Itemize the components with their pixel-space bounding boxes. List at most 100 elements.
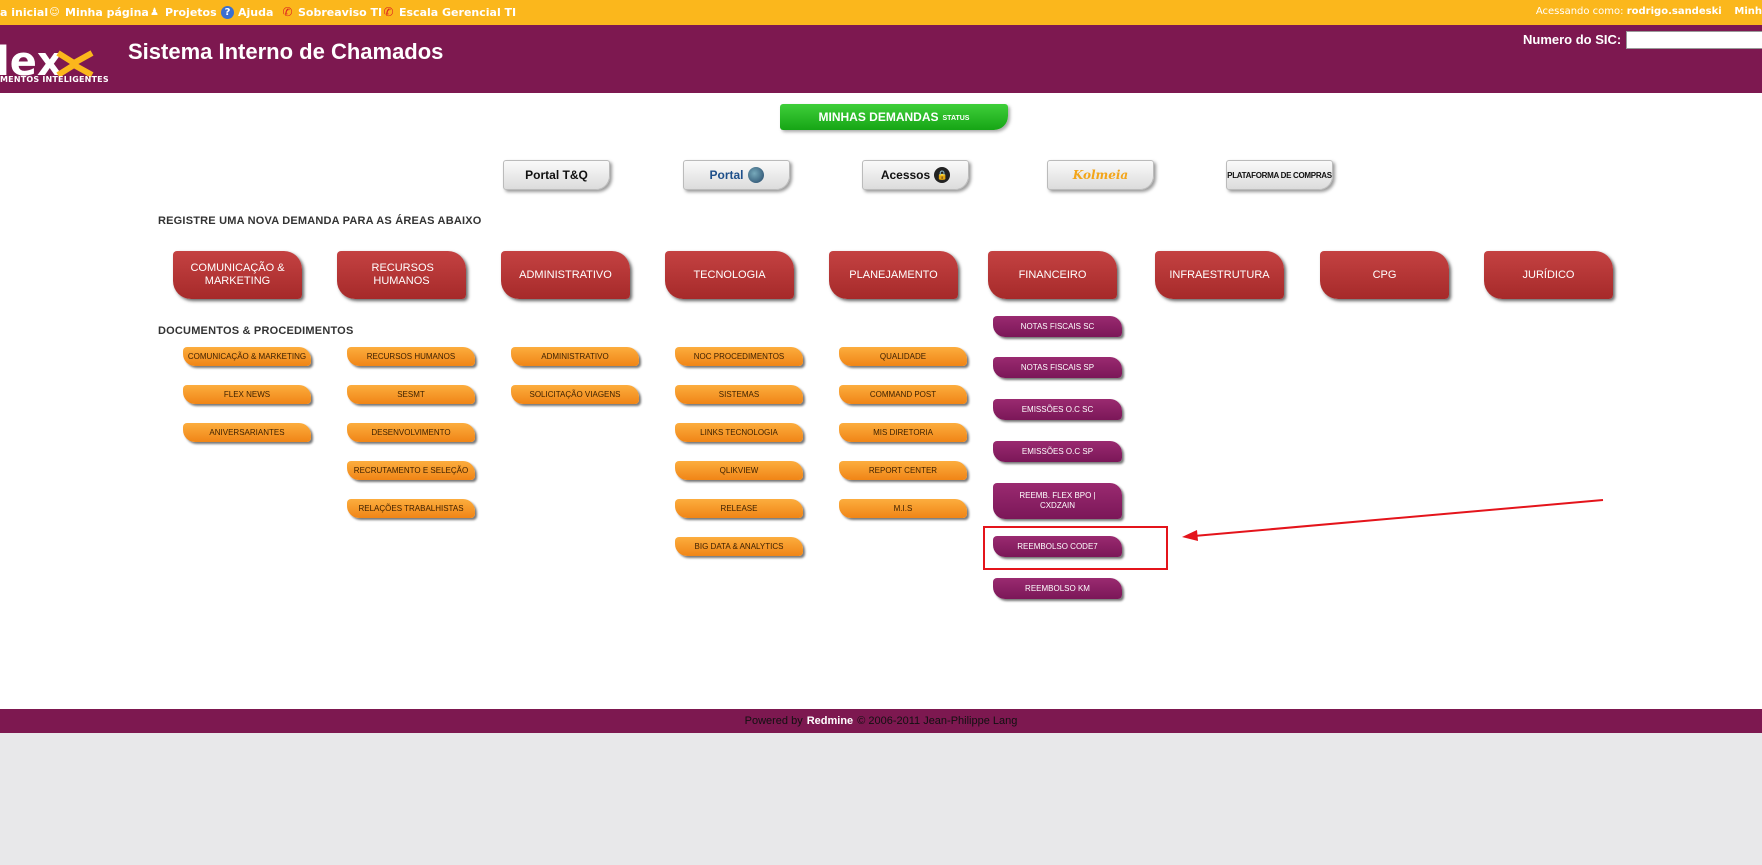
- doc-qlikview[interactable]: QLIKVIEW: [675, 461, 803, 480]
- doc-label: NOC PROCEDIMENTOS: [693, 352, 785, 361]
- kolmeia-button[interactable]: Kolmeia: [1047, 160, 1154, 190]
- portal-button[interactable]: Portal: [683, 160, 790, 190]
- area-recursos-humanos[interactable]: RECURSOS HUMANOS: [337, 251, 466, 299]
- my-demands-sublabel: STATUS: [942, 115, 970, 122]
- doc-command-post[interactable]: COMMAND POST: [839, 385, 967, 404]
- doc-mis[interactable]: M.I.S: [839, 499, 967, 518]
- doc-label: EMISSÕES O.C SC: [1021, 404, 1094, 414]
- annotation-arrow: [1182, 499, 1604, 541]
- kolmeia-label: Kolmeia: [1072, 168, 1129, 182]
- phone-icon: ✆: [282, 5, 293, 19]
- doc-label: REEMBOLSO KM: [1025, 583, 1090, 593]
- portal-tq-button[interactable]: Portal T&Q: [503, 160, 610, 190]
- doc-label: LINKS TECNOLOGIA: [700, 428, 778, 437]
- login-prefix: Acessando como:: [1535, 6, 1624, 17]
- doc-sistemas[interactable]: SISTEMAS: [675, 385, 803, 404]
- sobreaviso-link-label: Sobreaviso TI: [298, 6, 383, 19]
- doc-recrutamento-selecao[interactable]: RECRUTAMENTO E SELEÇÃO: [347, 461, 475, 480]
- doc-desenvolvimento[interactable]: DESENVOLVIMENTO: [347, 423, 475, 442]
- acessos-button[interactable]: Acessos 🔒: [862, 160, 969, 190]
- help-link-label: Ajuda: [238, 6, 274, 19]
- doc-label: BIG DATA & ANALYTICS: [694, 542, 784, 551]
- doc-label: ADMINISTRATIVO: [541, 352, 609, 361]
- area-planejamento[interactable]: PLANEJAMENTO: [829, 251, 958, 299]
- my-account-link[interactable]: Minh: [1734, 6, 1762, 17]
- doc-label: QUALIDADE: [879, 352, 927, 361]
- doc-label: COMMAND POST: [869, 390, 937, 399]
- area-financeiro[interactable]: FINANCEIRO: [988, 251, 1117, 299]
- portal-label: Portal: [709, 168, 744, 182]
- help-link[interactable]: ? Ajuda: [221, 5, 273, 20]
- doc-relacoes-trabalhistas[interactable]: RELAÇÕES TRABALHISTAS: [347, 499, 475, 518]
- doc-release[interactable]: RELEASE: [675, 499, 803, 518]
- doc-emissoes-oc-sc[interactable]: EMISSÕES O.C SC: [993, 399, 1122, 420]
- doc-aniversariantes[interactable]: ANIVERSARIANTES: [183, 423, 311, 442]
- lock-icon: 🔒: [934, 167, 951, 183]
- area-infraestrutura[interactable]: INFRAESTRUTURA: [1155, 251, 1284, 299]
- highlight-box: [983, 526, 1168, 570]
- area-label: INFRAESTRUTURA: [1169, 268, 1270, 281]
- doc-label: RELEASE: [720, 504, 758, 513]
- my-page-link-label: Minha página: [65, 6, 149, 19]
- portal-tq-label: Portal T&Q: [525, 168, 588, 182]
- header: lex MENTOS INTELIGENTES Sistema Interno …: [0, 25, 1762, 93]
- login-status: Acessando como: rodrigo.sandeski Minh: [1536, 6, 1762, 17]
- doc-label: REPORT CENTER: [868, 466, 938, 475]
- doc-label: M.I.S: [893, 504, 913, 513]
- doc-label: COMUNICAÇÃO & MARKETING: [187, 352, 307, 361]
- doc-emissoes-oc-sp[interactable]: EMISSÕES O.C SP: [993, 441, 1122, 462]
- doc-notas-fiscais-sc[interactable]: NOTAS FISCAIS SC: [993, 316, 1122, 337]
- logo-subtitle: MENTOS INTELIGENTES: [0, 75, 109, 84]
- area-administrativo[interactable]: ADMINISTRATIVO: [501, 251, 630, 299]
- area-tecnologia[interactable]: TECNOLOGIA: [665, 251, 794, 299]
- doc-solicitacao-viagens[interactable]: SOLICITAÇÃO VIAGENS: [511, 385, 639, 404]
- area-label: TECNOLOGIA: [693, 268, 766, 281]
- doc-label: RECRUTAMENTO E SELEÇÃO: [353, 466, 469, 475]
- area-comunicacao-marketing[interactable]: COMUNICAÇÃO & MARKETING: [173, 251, 302, 299]
- doc-label: SISTEMAS: [718, 390, 760, 399]
- projects-link-label: Projetos: [165, 6, 217, 19]
- phone-icon: ✆: [383, 5, 394, 19]
- doc-links-tecnologia[interactable]: LINKS TECNOLOGIA: [675, 423, 803, 442]
- sic-search-input[interactable]: [1626, 31, 1762, 49]
- doc-label: ANIVERSARIANTES: [209, 428, 285, 437]
- escala-gerencial-link[interactable]: ✆ Escala Gerencial TI: [382, 5, 516, 20]
- doc-label: NOTAS FISCAIS SP: [1020, 362, 1095, 372]
- areas-section-title: REGISTRE UMA NOVA DEMANDA PARA AS ÁREAS …: [158, 215, 482, 227]
- plataforma-compras-button[interactable]: PLATAFORMA DE COMPRAS: [1226, 160, 1333, 190]
- doc-label: NOTAS FISCAIS SC: [1020, 321, 1095, 331]
- login-user-link[interactable]: rodrigo.sandeski: [1627, 6, 1722, 17]
- home-link[interactable]: a inicial: [0, 5, 48, 20]
- doc-reembolso-km[interactable]: REEMBOLSO KM: [993, 578, 1122, 599]
- doc-reemb-flex-bpo[interactable]: REEMB. FLEX BPO | CXDZAIN: [993, 483, 1122, 519]
- redmine-link[interactable]: Redmine: [807, 715, 853, 727]
- acessos-label: Acessos: [880, 168, 931, 182]
- doc-mis-diretoria[interactable]: MIS DIRETORIA: [839, 423, 967, 442]
- my-demands-label: MINHAS DEMANDAS: [818, 110, 939, 124]
- escala-gerencial-link-label: Escala Gerencial TI: [399, 6, 517, 19]
- footer-copyright: © 2006-2011 Jean-Philippe Lang: [857, 715, 1018, 727]
- doc-notas-fiscais-sp[interactable]: NOTAS FISCAIS SP: [993, 357, 1122, 378]
- doc-qualidade[interactable]: QUALIDADE: [839, 347, 967, 366]
- docs-section-title: DOCUMENTOS & PROCEDIMENTOS: [158, 325, 354, 337]
- area-juridico[interactable]: JURÍDICO: [1484, 251, 1613, 299]
- doc-sesmt[interactable]: SESMT: [347, 385, 475, 404]
- area-label: RECURSOS HUMANOS: [371, 262, 434, 287]
- my-page-link[interactable]: ☺ Minha página: [48, 5, 149, 20]
- doc-flex-news[interactable]: FLEX NEWS: [183, 385, 311, 404]
- doc-big-data-analytics[interactable]: BIG DATA & ANALYTICS: [675, 537, 803, 556]
- doc-comunicacao-marketing[interactable]: COMUNICAÇÃO & MARKETING: [183, 347, 311, 366]
- doc-label: EMISSÕES O.C SP: [1021, 446, 1094, 456]
- doc-noc-procedimentos[interactable]: NOC PROCEDIMENTOS: [675, 347, 803, 366]
- doc-report-center[interactable]: REPORT CENTER: [839, 461, 967, 480]
- doc-label: FLEX NEWS: [223, 390, 271, 399]
- area-cpg[interactable]: CPG: [1320, 251, 1449, 299]
- my-demands-button[interactable]: MINHAS DEMANDAS STATUS: [780, 104, 1008, 130]
- area-label: JURÍDICO: [1522, 268, 1575, 281]
- projects-icon: ♟: [150, 7, 159, 18]
- projects-link[interactable]: ♟ Projetos: [148, 5, 217, 20]
- doc-recursos-humanos[interactable]: RECURSOS HUMANOS: [347, 347, 475, 366]
- sobreaviso-link[interactable]: ✆ Sobreaviso TI: [281, 5, 382, 20]
- area-label: FINANCEIRO: [1018, 268, 1087, 281]
- doc-administrativo[interactable]: ADMINISTRATIVO: [511, 347, 639, 366]
